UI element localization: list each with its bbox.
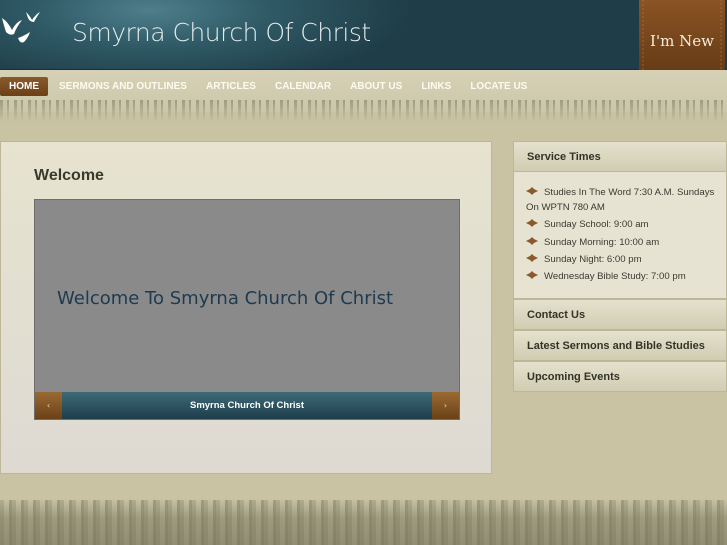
service-item-text: Wednesday Bible Study: 7:00 pm bbox=[544, 271, 686, 283]
ornament-icon bbox=[526, 217, 538, 228]
nav-item-locate[interactable]: LOCATE US bbox=[461, 77, 536, 96]
ornament-icon bbox=[526, 235, 538, 245]
upcoming-events-header[interactable]: Upcoming Events bbox=[513, 361, 727, 392]
slide-text: Welcome To Smyrna Church Of Christ bbox=[57, 288, 394, 309]
ornament-icon bbox=[526, 252, 538, 262]
list-item: Sunday Night: 6:00 pm bbox=[526, 252, 718, 267]
nav-item-calendar[interactable]: CALENDAR bbox=[266, 77, 340, 96]
site-header: Smyrna Church Of Christ I'm New bbox=[0, 0, 727, 93]
slider-prev-button[interactable]: ‹ bbox=[35, 392, 62, 419]
list-item: Wednesday Bible Study: 7:00 pm bbox=[526, 269, 718, 284]
service-item-text: Studies In The Word 7:30 A.M. Sundays On… bbox=[526, 187, 715, 213]
nav-item-articles[interactable]: ARTICLES bbox=[197, 77, 265, 96]
service-times-list: Studies In The Word 7:30 A.M. Sundays On… bbox=[513, 172, 727, 299]
ornament-icon bbox=[526, 269, 538, 280]
contact-us-header[interactable]: Contact Us bbox=[513, 299, 727, 330]
slider-caption-bar: Smyrna Church Of Christ ‹ › bbox=[35, 392, 459, 419]
main-content: Welcome Welcome To Smyrna Church Of Chri… bbox=[0, 141, 492, 474]
chevron-left-icon: ‹ bbox=[46, 401, 51, 410]
page-title: Welcome bbox=[34, 167, 104, 184]
service-item-text: Sunday Morning: 10:00 am bbox=[544, 236, 660, 248]
sidebar: Service Times Studies In The Word 7:30 A… bbox=[513, 141, 727, 392]
service-item-text: Sunday Night: 6:00 pm bbox=[544, 253, 642, 265]
chevron-right-icon: › bbox=[443, 401, 448, 410]
nav-items: HOME SERMONS AND OUTLINES ARTICLES CALEN… bbox=[0, 77, 537, 97]
ornament-icon bbox=[526, 185, 538, 195]
grunge-divider-bottom bbox=[0, 500, 727, 545]
grunge-divider-top bbox=[0, 100, 727, 122]
nav-item-sermons[interactable]: SERMONS AND OUTLINES bbox=[50, 77, 196, 96]
slider-next-button[interactable]: › bbox=[432, 392, 459, 419]
nav-item-about[interactable]: ABOUT US bbox=[341, 77, 411, 96]
doves-icon[interactable] bbox=[0, 8, 50, 48]
list-item: Sunday School: 9:00 am bbox=[526, 217, 718, 232]
nav-item-links[interactable]: LINKS bbox=[412, 77, 460, 96]
image-slider[interactable]: Welcome To Smyrna Church Of Christ Smyrn… bbox=[34, 199, 460, 420]
service-item-text: Sunday School: 9:00 am bbox=[544, 219, 649, 231]
ribbon-label: I'm New bbox=[650, 32, 714, 50]
list-item: Studies In The Word 7:30 A.M. Sundays On… bbox=[526, 185, 718, 215]
slider-caption: Smyrna Church Of Christ bbox=[189, 400, 305, 411]
list-item: Sunday Morning: 10:00 am bbox=[526, 235, 718, 250]
latest-sermons-header[interactable]: Latest Sermons and Bible Studies bbox=[513, 330, 727, 361]
site-title[interactable]: Smyrna Church Of Christ bbox=[72, 18, 371, 47]
nav-item-home[interactable]: HOME bbox=[0, 77, 48, 96]
service-times-header[interactable]: Service Times bbox=[513, 141, 727, 172]
